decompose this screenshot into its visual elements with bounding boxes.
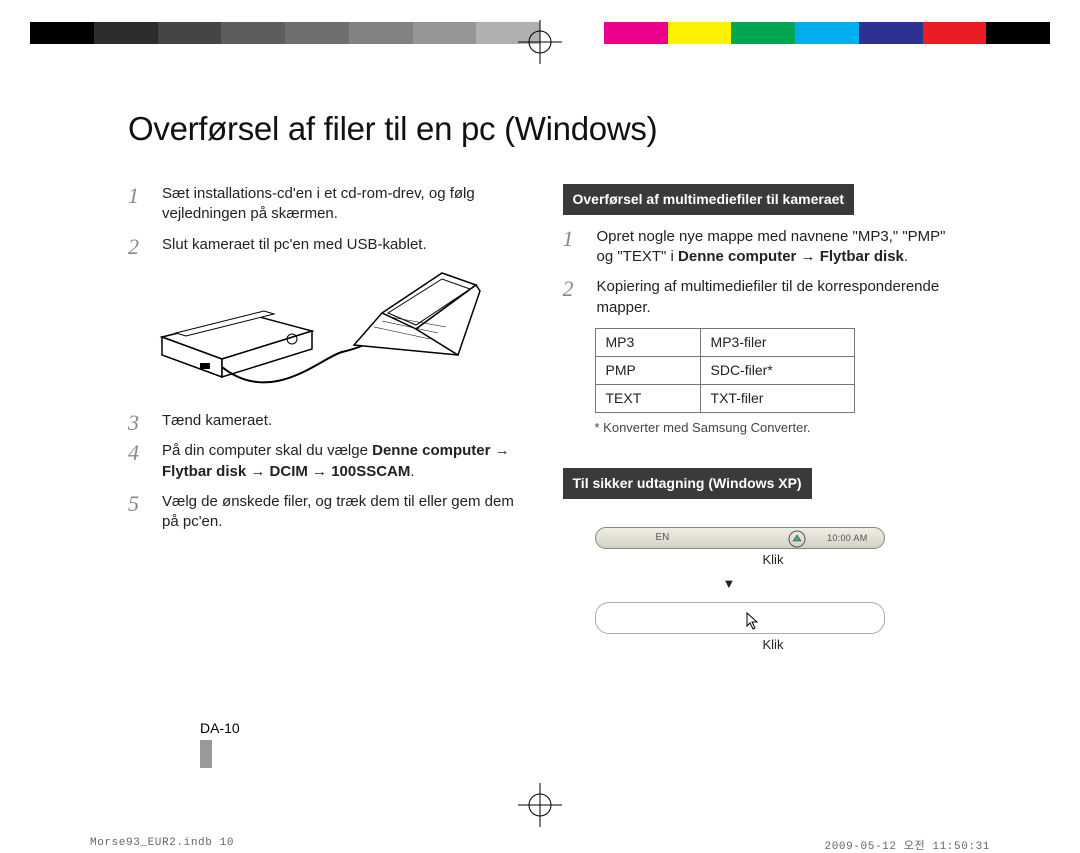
step-text: Sæt installations-cd'en i et cd-rom-drev…	[162, 185, 475, 222]
step-1: 1 Sæt installations-cd'en i et cd-rom-dr…	[128, 184, 519, 225]
step-number: 1	[128, 181, 139, 211]
registration-mark-icon	[518, 20, 562, 64]
table-footnote: * Konverter med Samsung Converter.	[595, 419, 954, 437]
windows-taskbar-illustration: EN 10:00 AM	[595, 527, 885, 549]
table-cell: TXT-filer	[700, 384, 854, 412]
step-1: 1 Opret nogle nye mappe med navnene "MP3…	[563, 227, 954, 268]
step-text: Vælg de ønskede filer, og træk dem til e…	[162, 493, 514, 530]
step-2: 2 Kopiering af multimediefiler til de ko…	[563, 277, 954, 318]
step-text: Slut kameraet til pc'en med USB-kablet.	[162, 236, 427, 253]
table-row: PMP SDC-filer*	[595, 356, 854, 384]
step-number: 3	[128, 408, 139, 438]
table-cell: PMP	[595, 356, 700, 384]
step-5: 5 Vælg de ønskede filer, og træk dem til…	[128, 492, 519, 533]
table-cell: MP3-filer	[700, 328, 854, 356]
clock: 10:00 AM	[827, 532, 867, 544]
step-number: 5	[128, 489, 139, 519]
step-number: 2	[128, 232, 139, 262]
step-2: 2 Slut kameraet til pc'en med USB-kablet…	[128, 235, 519, 255]
step-4: 4 På din computer skal du vælge Denne co…	[128, 441, 519, 482]
balloon-tooltip-illustration	[595, 602, 885, 634]
table-cell: TEXT	[595, 384, 700, 412]
step-text: På din computer skal du vælge Denne comp…	[162, 442, 510, 479]
step-number: 2	[563, 274, 574, 304]
step-number: 4	[128, 438, 139, 468]
step-text: Kopiering af multimediefiler til de korr…	[597, 278, 940, 315]
click-label: Klik	[763, 551, 954, 569]
click-label: Klik	[763, 636, 954, 654]
step-3: 3 Tænd kameraet.	[128, 411, 519, 431]
step-text: Tænd kameraet.	[162, 412, 272, 429]
page-title: Overførsel af filer til en pc (Windows)	[128, 110, 953, 148]
step-number: 1	[563, 224, 574, 254]
section-heading: Overførsel af multimediefiler til kamera…	[563, 184, 855, 215]
table-cell: MP3	[595, 328, 700, 356]
table-row: MP3 MP3-filer	[595, 328, 854, 356]
cursor-icon	[746, 612, 760, 630]
step-text: Opret nogle nye mappe med navnene "MP3,"…	[597, 228, 946, 265]
table-cell: SDC-filer*	[700, 356, 854, 384]
arrow-down-icon: ▼	[723, 575, 954, 593]
registration-mark-icon	[518, 783, 562, 827]
right-column: Overførsel af multimediefiler til kamera…	[563, 184, 954, 654]
left-column: 1 Sæt installations-cd'en i et cd-rom-dr…	[128, 184, 519, 654]
section-heading: Til sikker udtagning (Windows XP)	[563, 468, 812, 499]
page-number: DA-10	[200, 720, 240, 768]
table-row: TEXT TXT-filer	[595, 384, 854, 412]
safe-remove-icon	[788, 530, 806, 548]
print-file-name: Morse93_EUR2.indb 10	[90, 837, 234, 849]
language-indicator: EN	[656, 531, 670, 545]
file-type-table: MP3 MP3-filer PMP SDC-filer* TEXT TXT-fi…	[595, 328, 855, 413]
page-number-bar-icon	[200, 740, 212, 768]
camera-to-laptop-illustration	[152, 267, 519, 393]
